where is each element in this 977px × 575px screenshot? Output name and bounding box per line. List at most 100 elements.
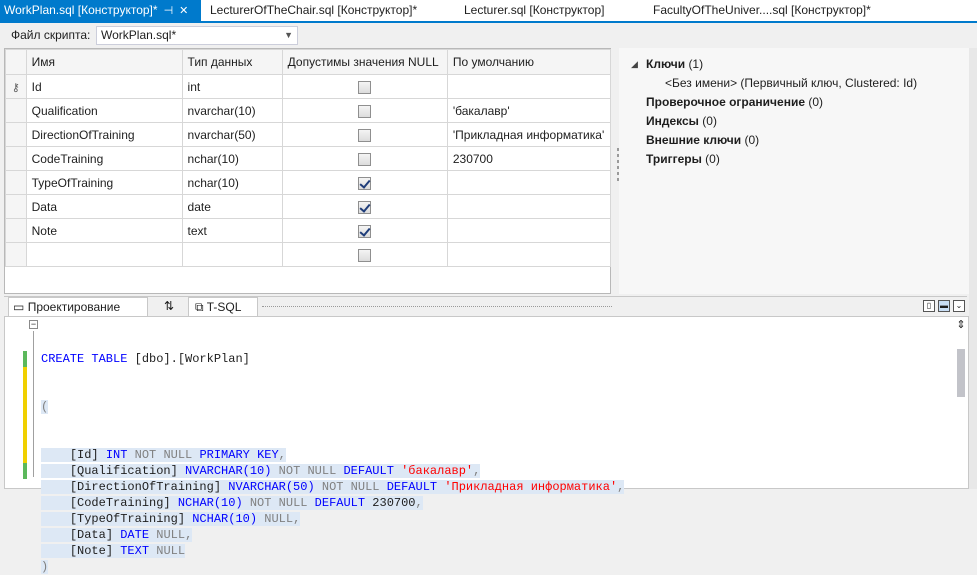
tsql-editor[interactable]: − CREATE TABLE [dbo].[WorkPlan] ( [Id] I… bbox=[4, 316, 969, 574]
tab-faculty[interactable]: FacultyOfTheUniver....sql [Конструктор]* bbox=[653, 0, 871, 21]
cell-name[interactable]: Data bbox=[25, 194, 183, 219]
nullable-checkbox[interactable] bbox=[358, 248, 372, 262]
indexes-node[interactable]: Индексы (0) bbox=[646, 114, 717, 128]
table-row[interactable]: TypeOfTraining nchar(10) bbox=[5, 170, 612, 195]
editor-scrollbar[interactable] bbox=[955, 331, 967, 487]
cell-name[interactable]: CodeTraining bbox=[25, 146, 183, 171]
cell-default[interactable] bbox=[446, 170, 612, 195]
columns-grid: Имя Тип данных Допустимы значения NULL П… bbox=[4, 48, 612, 294]
fk-label: Внешние ключи bbox=[646, 133, 742, 147]
key-item-label: <Без имени> (Первичный ключ, Clustered: … bbox=[665, 76, 918, 90]
cell-name[interactable]: TypeOfTraining bbox=[25, 170, 183, 195]
constraint-keyword: PRIMARY KEY bbox=[199, 448, 279, 462]
nullable-checkbox[interactable] bbox=[358, 176, 372, 190]
row-header bbox=[5, 242, 27, 267]
foreign-keys-node[interactable]: Внешние ключи (0) bbox=[646, 133, 759, 147]
cell-name[interactable]: Qualification bbox=[25, 98, 183, 123]
script-file-label: Файл скрипта: bbox=[11, 28, 91, 42]
scrollbar-thumb[interactable] bbox=[957, 349, 965, 397]
cell-nullable[interactable] bbox=[281, 74, 448, 99]
cell-default[interactable]: 'Прикладная информатика' bbox=[446, 122, 612, 147]
cell-nullable[interactable] bbox=[281, 98, 448, 123]
cell-type[interactable]: date bbox=[181, 194, 283, 219]
column-identifier: [Id] bbox=[69, 448, 99, 462]
close-paren: ) bbox=[41, 560, 49, 574]
table-row[interactable]: ⚷ Id int bbox=[5, 74, 612, 99]
nullable-checkbox[interactable] bbox=[358, 80, 372, 94]
cell-type[interactable]: nchar(10) bbox=[181, 146, 283, 171]
table-row[interactable]: Qualification nvarchar(10) 'бакалавр' bbox=[5, 98, 612, 123]
cell-nullable[interactable] bbox=[281, 122, 448, 147]
indexes-label: Индексы bbox=[646, 114, 699, 128]
column-type: DATE bbox=[120, 528, 150, 542]
column-header-nullable[interactable]: Допустимы значения NULL bbox=[281, 49, 448, 75]
table-name: [dbo].[WorkPlan] bbox=[134, 352, 250, 366]
cell-nullable[interactable] bbox=[281, 146, 448, 171]
table-row[interactable]: DirectionOfTraining nvarchar(50) 'Прикладн… bbox=[5, 122, 612, 147]
cell-type[interactable]: nchar(10) bbox=[181, 170, 283, 195]
row-header bbox=[5, 170, 27, 195]
table-row[interactable]: CodeTraining nchar(10) 230700 bbox=[5, 146, 612, 171]
cell-default[interactable]: 230700 bbox=[446, 146, 612, 171]
script-file-select[interactable]: WorkPlan.sql* ▼ bbox=[96, 26, 298, 45]
nullable-checkbox[interactable] bbox=[358, 200, 372, 214]
cell-default[interactable] bbox=[446, 74, 612, 99]
column-header-type[interactable]: Тип данных bbox=[181, 49, 283, 75]
cell-type[interactable]: text bbox=[181, 218, 283, 243]
code-line-close: ) bbox=[41, 559, 624, 575]
table-properties-panel: ◢ Ключи (1) <Без имени> (Первичный ключ,… bbox=[619, 48, 969, 294]
table-row[interactable] bbox=[5, 242, 612, 267]
tab-workplan[interactable]: WorkPlan.sql [Конструктор]* ⊣ ✕ bbox=[0, 0, 201, 21]
cell-nullable[interactable] bbox=[281, 194, 448, 219]
split-editor-icon[interactable]: ⇕ bbox=[955, 318, 967, 331]
expand-triangle-icon[interactable]: ◢ bbox=[631, 59, 638, 70]
collapse-pane-icon[interactable]: ⌄ bbox=[953, 300, 965, 312]
cell-default[interactable]: 'бакалавр' bbox=[446, 98, 612, 123]
swap-panes-button[interactable]: ⇅ bbox=[154, 297, 184, 317]
cell-nullable[interactable] bbox=[281, 218, 448, 243]
close-icon[interactable]: ✕ bbox=[179, 1, 188, 22]
tab-tsql[interactable]: ⧉ T-SQL bbox=[188, 297, 258, 317]
keys-node[interactable]: Ключи (1) bbox=[646, 57, 703, 71]
tab-label: FacultyOfTheUniver....sql [Конструктор]* bbox=[653, 3, 871, 17]
column-header-name[interactable]: Имя bbox=[25, 49, 183, 75]
cell-name[interactable] bbox=[25, 242, 183, 267]
cell-default[interactable] bbox=[446, 242, 612, 267]
null-spec: NOT NULL bbox=[249, 496, 308, 510]
vertical-split-icon[interactable]: ▯ bbox=[923, 300, 935, 312]
cell-type[interactable]: nvarchar(10) bbox=[181, 98, 283, 123]
separator: , bbox=[415, 496, 423, 510]
designer-pane-header: ▭ Проектирование ⇅ ⧉ T-SQL ▯ ▬ ⌄ bbox=[4, 296, 967, 317]
window-scrollbar[interactable] bbox=[969, 48, 977, 489]
cell-name[interactable]: DirectionOfTraining bbox=[25, 122, 183, 147]
column-header-default[interactable]: По умолчанию bbox=[446, 49, 612, 75]
cell-nullable[interactable] bbox=[281, 170, 448, 195]
cell-type[interactable]: nvarchar(50) bbox=[181, 122, 283, 147]
column-type: NCHAR(10) bbox=[177, 496, 243, 510]
cell-name[interactable]: Id bbox=[25, 74, 183, 99]
check-constraints-node[interactable]: Проверочное ограничение (0) bbox=[646, 95, 823, 109]
editor-gutter: − bbox=[5, 317, 38, 488]
cell-type[interactable]: int bbox=[181, 74, 283, 99]
table-row[interactable]: Data date bbox=[5, 194, 612, 219]
tab-design[interactable]: ▭ Проектирование bbox=[8, 297, 148, 317]
pin-icon[interactable]: ⊣ bbox=[164, 1, 174, 22]
tab-lecturer-of-the-chair[interactable]: LecturerOfTheChair.sql [Конструктор]* bbox=[210, 0, 417, 21]
cell-name[interactable]: Note bbox=[25, 218, 183, 243]
cell-nullable[interactable] bbox=[281, 242, 448, 267]
nullable-checkbox[interactable] bbox=[358, 104, 372, 118]
cell-type[interactable] bbox=[181, 242, 283, 267]
triggers-node[interactable]: Триггеры (0) bbox=[646, 152, 720, 166]
tab-lecturer[interactable]: Lecturer.sql [Конструктор] bbox=[464, 0, 604, 21]
swap-icon: ⇅ bbox=[163, 299, 175, 313]
nullable-checkbox[interactable] bbox=[358, 152, 372, 166]
table-row[interactable]: Note text bbox=[5, 218, 612, 243]
collapse-icon[interactable]: − bbox=[29, 320, 38, 329]
horizontal-split-icon[interactable]: ▬ bbox=[938, 300, 950, 312]
cell-default[interactable] bbox=[446, 194, 612, 219]
nullable-checkbox[interactable] bbox=[358, 128, 372, 142]
nullable-checkbox[interactable] bbox=[358, 224, 372, 238]
cell-default[interactable] bbox=[446, 218, 612, 243]
primary-key-item[interactable]: <Без имени> (Первичный ключ, Clustered: … bbox=[665, 76, 917, 90]
default-value: 230700 bbox=[372, 496, 416, 510]
